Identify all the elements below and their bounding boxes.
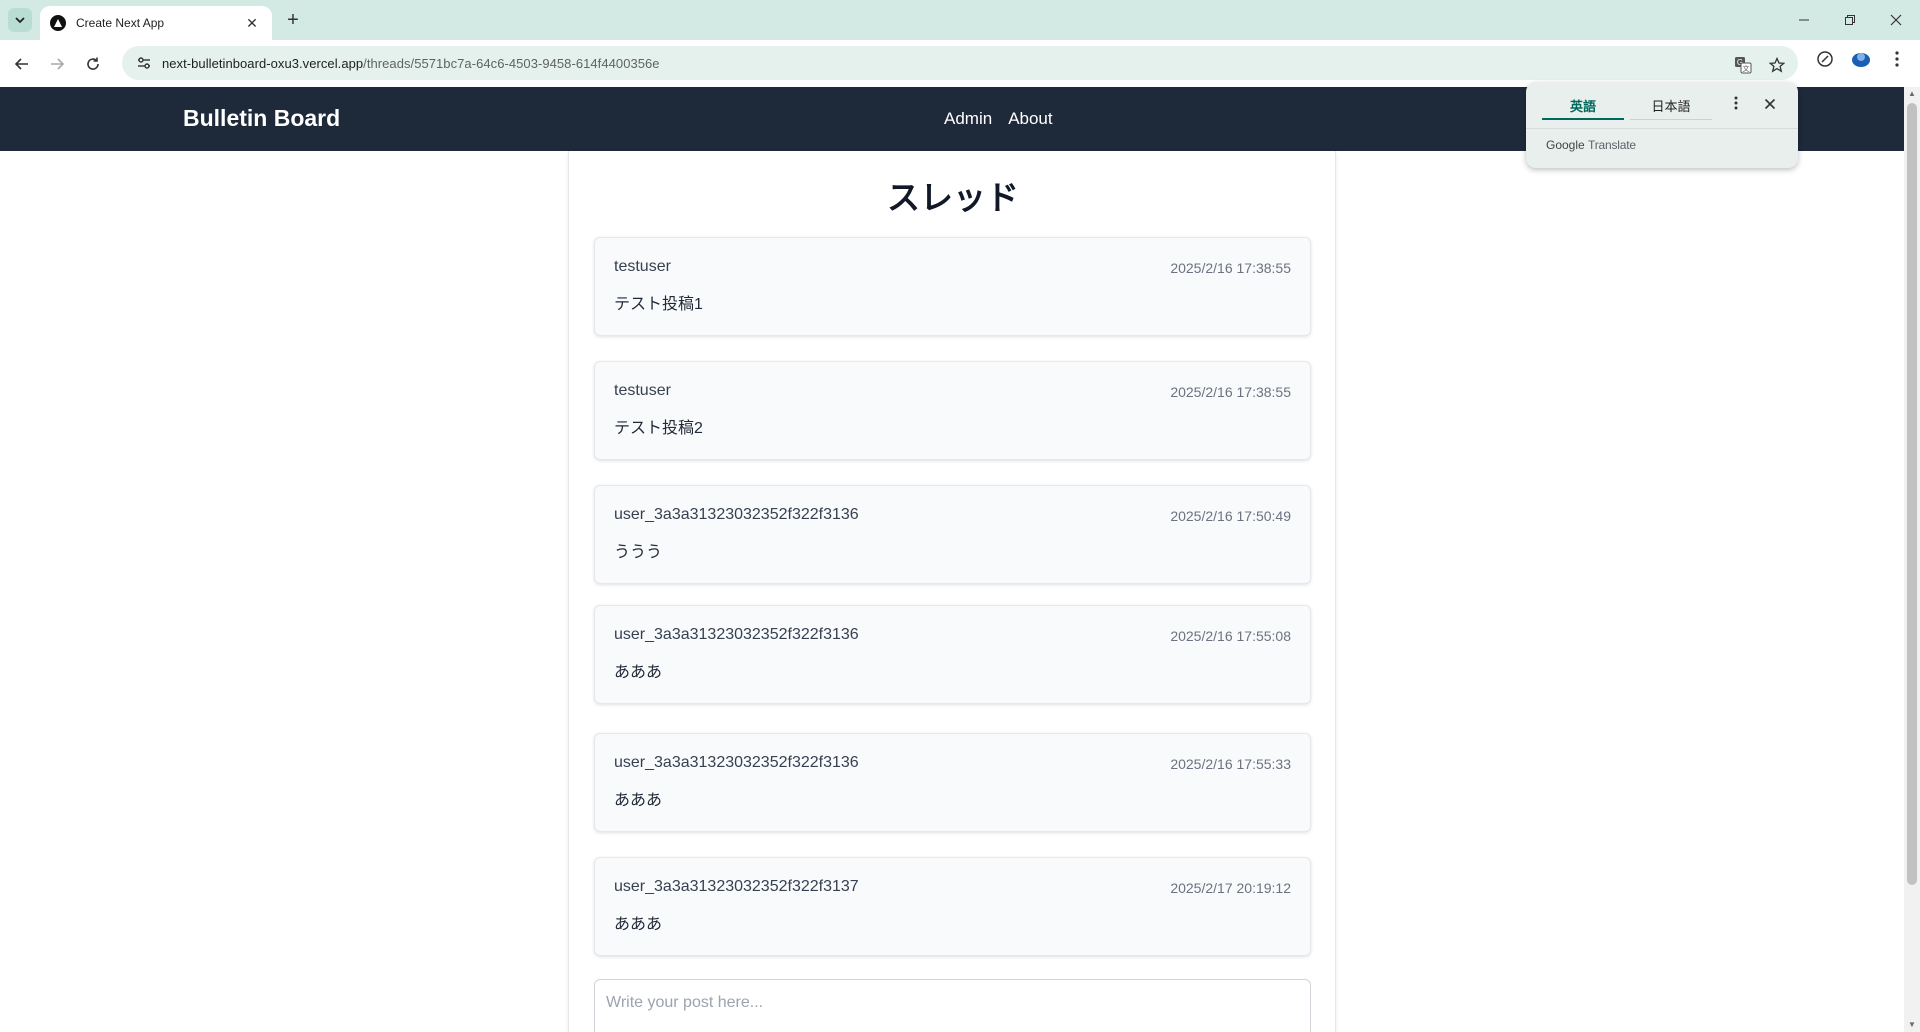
translate-divider — [1526, 128, 1798, 129]
post-card: user_3a3a31323032352f322f3137 2025/2/17 … — [594, 857, 1311, 956]
thread-card: スレッド testuser 2025/2/16 17:38:55 テスト投稿1 … — [568, 151, 1336, 1032]
extension-icon[interactable] — [1814, 48, 1836, 70]
svg-text:文: 文 — [1743, 64, 1750, 73]
site-nav: Admin About — [944, 109, 1053, 129]
post-card: user_3a3a31323032352f322f3136 2025/2/16 … — [594, 485, 1311, 584]
post-card: user_3a3a31323032352f322f3136 2025/2/16 … — [594, 605, 1311, 704]
post-compose-textarea[interactable] — [594, 979, 1311, 1032]
browser-toolbar: next-bulletinboard-oxu3.vercel.app/threa… — [0, 40, 1920, 87]
close-window-icon[interactable] — [1876, 8, 1916, 32]
post-card: testuser 2025/2/16 17:38:55 テスト投稿1 — [594, 237, 1311, 336]
nav-about-link[interactable]: About — [1008, 109, 1052, 129]
post-time: 2025/2/16 17:55:33 — [1170, 756, 1291, 772]
translate-wordmark: Translate — [1588, 138, 1636, 152]
post-author: testuser — [614, 258, 671, 275]
browser-tab[interactable]: Create Next App ✕ — [40, 6, 272, 40]
browser-menu-icon[interactable] — [1886, 48, 1908, 70]
thread-title: スレッド — [887, 179, 1019, 216]
site-brand[interactable]: Bulletin Board — [183, 105, 340, 132]
url-path: /threads/5571bc7a-64c6-4503-9458-614f440… — [363, 55, 660, 71]
translate-more-options-icon[interactable] — [1724, 94, 1748, 118]
post-time: 2025/2/16 17:38:55 — [1170, 384, 1291, 400]
translate-language-tabs: 英語 日本語 — [1542, 82, 1742, 126]
translate-popup: 英語 日本語 Google Translate — [1526, 82, 1798, 168]
translate-tab-japanese[interactable]: 日本語 — [1630, 82, 1712, 120]
post-author: user_3a3a31323032352f322f3136 — [614, 754, 859, 771]
bookmark-star-icon[interactable] — [1766, 54, 1788, 76]
post-body: あああ — [614, 916, 663, 933]
profile-avatar-icon[interactable] — [1850, 48, 1872, 70]
reload-icon[interactable] — [81, 52, 105, 76]
site-info-tune-icon[interactable] — [134, 53, 154, 73]
post-card: testuser 2025/2/16 17:38:55 テスト投稿2 — [594, 361, 1311, 460]
url-text: next-bulletinboard-oxu3.vercel.app/threa… — [162, 56, 660, 71]
post-card: user_3a3a31323032352f322f3136 2025/2/16 … — [594, 733, 1311, 832]
back-arrow-icon[interactable] — [10, 52, 34, 76]
nextjs-favicon-icon — [50, 15, 66, 31]
forward-arrow-icon[interactable] — [45, 52, 69, 76]
url-host: next-bulletinboard-oxu3.vercel.app — [162, 55, 364, 71]
tab-title: Create Next App — [76, 16, 165, 30]
post-time: 2025/2/16 17:38:55 — [1170, 260, 1291, 276]
tab-close-icon[interactable]: ✕ — [242, 15, 262, 32]
post-time: 2025/2/17 20:19:12 — [1170, 880, 1291, 896]
post-time: 2025/2/16 17:50:49 — [1170, 508, 1291, 524]
translate-page-icon[interactable]: G文 — [1732, 54, 1754, 76]
page-scrollbar[interactable]: ▲ ▼ — [1904, 87, 1920, 1032]
translate-tab-english[interactable]: 英語 — [1542, 82, 1624, 120]
post-time: 2025/2/16 17:55:08 — [1170, 628, 1291, 644]
scroll-down-arrow-icon[interactable]: ▼ — [1904, 1018, 1920, 1032]
new-tab-button[interactable]: + — [282, 10, 304, 32]
post-body: テスト投稿1 — [614, 296, 703, 313]
post-body: あああ — [614, 664, 663, 681]
post-author: user_3a3a31323032352f322f3136 — [614, 506, 859, 523]
scroll-up-arrow-icon[interactable]: ▲ — [1904, 87, 1920, 101]
post-author: user_3a3a31323032352f322f3136 — [614, 626, 859, 643]
nav-admin-link[interactable]: Admin — [944, 109, 992, 129]
minimize-window-icon[interactable] — [1784, 8, 1824, 32]
post-author: testuser — [614, 382, 671, 399]
post-author: user_3a3a31323032352f322f3137 — [614, 878, 859, 895]
post-body: テスト投稿2 — [614, 420, 703, 437]
scrollbar-thumb[interactable] — [1907, 103, 1917, 885]
google-wordmark: Google — [1546, 138, 1585, 152]
translate-close-icon[interactable] — [1758, 94, 1782, 118]
browser-tab-bar: Create Next App ✕ + — [0, 0, 1920, 40]
post-body: あああ — [614, 792, 663, 809]
tab-search-chevron-down-icon[interactable] — [8, 8, 32, 32]
restore-window-icon[interactable] — [1830, 8, 1870, 32]
address-bar[interactable]: next-bulletinboard-oxu3.vercel.app/threa… — [122, 46, 1798, 80]
post-body: ううう — [614, 544, 663, 561]
google-translate-logo: Google Translate — [1546, 138, 1636, 152]
